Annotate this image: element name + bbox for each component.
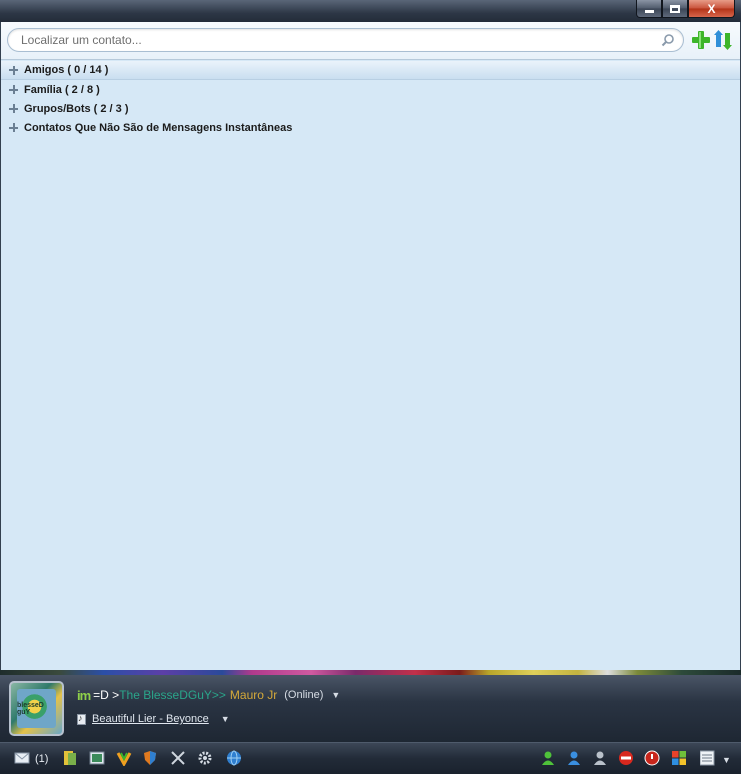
status-dropdown-icon[interactable]: ▼ xyxy=(331,690,340,700)
add-contact-icon[interactable] xyxy=(691,30,711,50)
contact-list-panel: Amigos ( 0 / 14 ) Família ( 2 / 8 ) Grup… xyxy=(0,22,741,670)
photos-icon[interactable] xyxy=(89,750,105,766)
block-icon[interactable] xyxy=(618,750,634,766)
group-label: Família ( 2 / 8 ) xyxy=(24,83,100,96)
group-row-grupos-bots[interactable]: Grupos/Bots ( 2 / 3 ) xyxy=(1,99,740,118)
group-label: Contatos Que Não São de Mensagens Instan… xyxy=(24,121,293,134)
search-box[interactable] xyxy=(7,28,684,52)
avatar-logo-text: blesseD guY xyxy=(17,701,44,716)
search-bar xyxy=(1,22,740,60)
buddy-blue-icon[interactable] xyxy=(566,750,582,766)
personal-message[interactable]: Beautiful Lier - Beyonce xyxy=(92,713,209,725)
security-shield-icon[interactable] xyxy=(142,750,158,766)
nick-suffix: Mauro Jr xyxy=(229,688,278,702)
buddy-online-icon[interactable] xyxy=(540,750,556,766)
contact-groups: Amigos ( 0 / 14 ) Família ( 2 / 8 ) Grup… xyxy=(1,60,740,137)
maximize-button[interactable] xyxy=(662,0,688,18)
personal-message-row[interactable]: Beautiful Lier - Beyonce ▼ xyxy=(77,711,230,727)
spaces-icon[interactable] xyxy=(62,750,78,766)
minimize-icon xyxy=(644,10,654,13)
close-button[interactable]: X xyxy=(688,0,735,18)
expand-plus-icon[interactable] xyxy=(9,85,18,94)
windows-flag-icon[interactable] xyxy=(671,750,687,766)
display-name-row[interactable]: im =D > The BlesseDGuY>> Mauro Jr (Onlin… xyxy=(77,687,340,703)
gear-icon[interactable] xyxy=(197,750,213,766)
menu-dropdown-icon[interactable]: ▼ xyxy=(722,755,731,765)
minimize-button[interactable] xyxy=(636,0,662,18)
title-bar: X xyxy=(0,0,741,22)
user-panel: blesseD guY im =D > The BlesseDGuY>> Mau… xyxy=(0,675,741,742)
group-row-contatos-nao-mi[interactable]: Contatos Que Não São de Mensagens Instan… xyxy=(1,118,740,137)
avatar[interactable]: blesseD guY xyxy=(9,681,64,736)
group-row-familia[interactable]: Família ( 2 / 8 ) xyxy=(1,80,740,99)
buddy-offline-icon[interactable] xyxy=(592,750,608,766)
nick-main: The BlesseDGuY>> xyxy=(119,688,226,702)
expand-plus-icon[interactable] xyxy=(9,65,18,75)
expand-plus-icon[interactable] xyxy=(9,123,18,132)
im-icon: im xyxy=(77,687,91,703)
globe-icon[interactable] xyxy=(226,750,242,766)
power-icon[interactable] xyxy=(644,750,660,766)
maximize-icon xyxy=(670,4,680,13)
bottom-toolbar: (1) ▼ xyxy=(0,742,741,774)
menu-icon[interactable] xyxy=(700,750,720,766)
message-dropdown-icon[interactable]: ▼ xyxy=(221,714,230,724)
mail-count[interactable]: (1) xyxy=(35,753,48,765)
avatar-picture: blesseD guY xyxy=(17,689,56,728)
close-icon: X xyxy=(707,1,716,16)
search-icon[interactable] xyxy=(661,33,675,47)
group-label: Amigos ( 0 / 14 ) xyxy=(24,64,109,76)
sort-contacts-icon[interactable] xyxy=(713,30,733,50)
group-label: Grupos/Bots ( 2 / 3 ) xyxy=(24,102,129,115)
tools-icon[interactable] xyxy=(170,750,186,766)
window-controls: X xyxy=(636,0,735,18)
status-text: (Online) xyxy=(284,689,324,701)
search-input[interactable] xyxy=(21,32,651,48)
mail-icon[interactable] xyxy=(14,750,30,766)
music-note-icon xyxy=(77,713,86,725)
group-row-amigos[interactable]: Amigos ( 0 / 14 ) xyxy=(1,61,740,80)
expand-plus-icon[interactable] xyxy=(9,104,18,113)
nick-prefix: =D > xyxy=(93,688,120,702)
windows-live-icon[interactable] xyxy=(116,750,132,766)
